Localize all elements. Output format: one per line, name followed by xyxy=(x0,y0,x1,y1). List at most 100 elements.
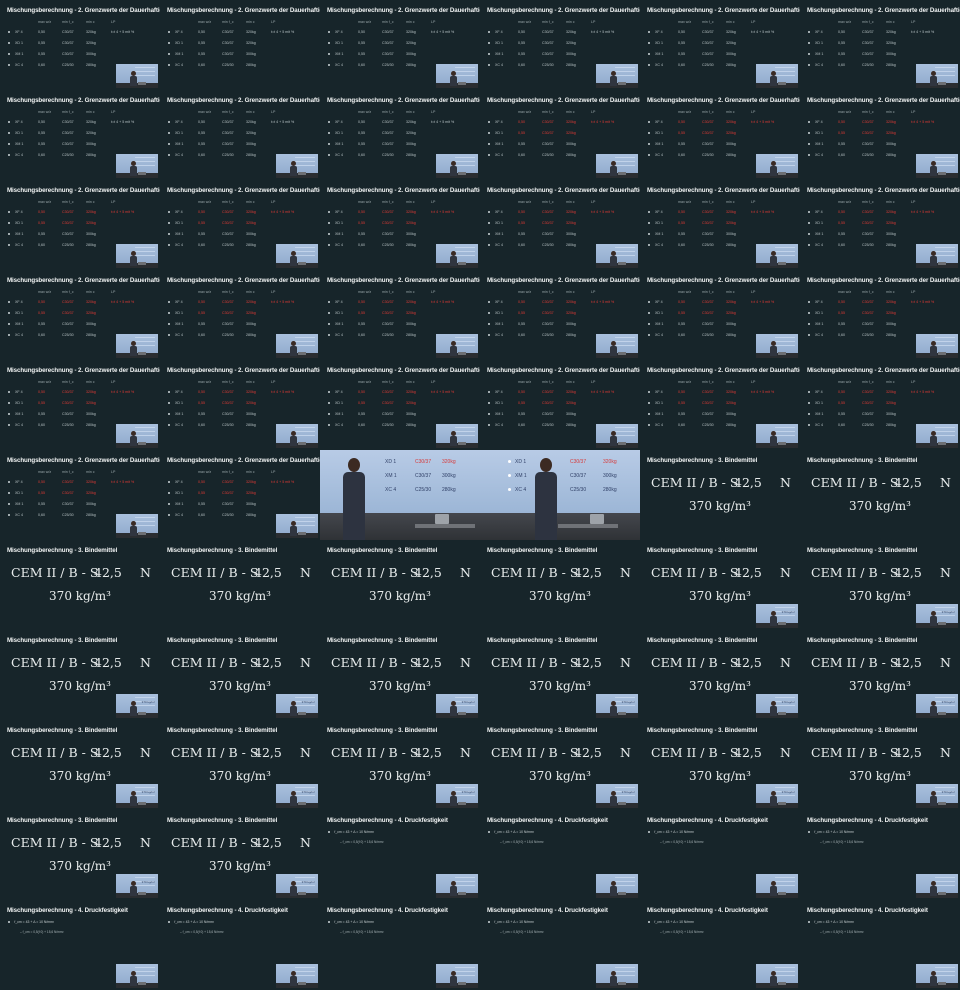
cell: 0,60 xyxy=(518,333,525,337)
formula-line: f_cm = 43 + Δ = 10 N/mm² xyxy=(8,920,54,924)
bullet xyxy=(8,211,11,214)
cell: C30/37 xyxy=(382,232,394,236)
cell: C30/37 xyxy=(222,502,234,506)
slide-title: Mischungsberechnung - 4. Druckfestigkeit xyxy=(487,817,608,824)
bullet xyxy=(8,64,11,67)
strength-class: 42,5 xyxy=(254,745,282,760)
speaker xyxy=(130,161,137,176)
cell: XC 4 xyxy=(335,153,343,157)
column-header: min c xyxy=(246,290,255,294)
cell: XD 1 xyxy=(655,221,663,225)
slide-title: Mischungsberechnung - 2. Grenzwerte der … xyxy=(487,277,640,284)
bullet xyxy=(168,391,171,394)
slide-title: Mischungsberechnung - 3. Bindemittel xyxy=(647,547,758,554)
speaker-body xyxy=(930,166,937,176)
cell: 0,60 xyxy=(358,423,365,427)
speaker-thumbnail xyxy=(436,154,478,178)
column-header: max w/z xyxy=(358,290,372,294)
bullet xyxy=(488,391,491,394)
speaker-body xyxy=(130,256,137,266)
formula-text: f_cm = 43 + Δ = 10 N/mm² xyxy=(814,920,855,924)
cell: 0,50 xyxy=(678,300,685,304)
speaker-body xyxy=(930,976,937,986)
slide-title: Mischungsberechnung - 4. Druckfestigkeit xyxy=(167,907,288,914)
cell: XC 4 xyxy=(495,243,503,247)
bullet xyxy=(808,64,811,67)
cell: 320kg xyxy=(566,221,576,225)
cell: C30/37 xyxy=(862,30,874,34)
bullet xyxy=(808,132,811,135)
frame-15: Mischungsberechnung - 2. Grenzwerte der … xyxy=(320,180,480,270)
column-header: LP xyxy=(111,380,116,384)
cell: 0,55 xyxy=(518,401,525,405)
column-header: max w/z xyxy=(518,200,532,204)
stage-floor xyxy=(916,713,958,718)
bullet xyxy=(328,334,331,337)
cell: C25/30 xyxy=(542,333,554,337)
bullet xyxy=(168,503,171,506)
frame-4: Mischungsberechnung - 2. Grenzwerte der … xyxy=(480,0,640,90)
cell: 0,50 xyxy=(358,30,365,34)
slide-title: Mischungsberechnung - 3. Bindemittel xyxy=(7,817,118,824)
column-header: LP xyxy=(911,380,916,384)
bullet xyxy=(508,460,511,463)
bullet xyxy=(808,233,811,236)
cell: C25/30 xyxy=(542,423,554,427)
stage-floor xyxy=(596,803,638,808)
speaker-thumbnail xyxy=(116,424,158,448)
speaker xyxy=(290,971,297,986)
cell: 0,55 xyxy=(198,322,205,326)
column-header: LP xyxy=(751,200,756,204)
cell: XC 4 xyxy=(15,243,23,247)
cell: C30/37 xyxy=(542,390,554,394)
cell: C25/30 xyxy=(382,243,394,247)
slide-title: Mischungsberechnung - 4. Druckfestigkeit xyxy=(487,907,608,914)
column-header: LP xyxy=(911,110,916,114)
slide-title: Mischungsberechnung - 3. Bindemittel xyxy=(647,637,758,644)
column-header: min f_c xyxy=(62,200,74,204)
cell: C30/37 xyxy=(862,390,874,394)
frame-38: Mischungsberechnung - 3. Bindemittel CEM … xyxy=(160,540,320,630)
cell: 0,55 xyxy=(358,131,365,135)
cell: 280kg xyxy=(886,63,896,67)
projected-slide xyxy=(935,877,955,889)
column-header: max w/z xyxy=(358,20,372,24)
cell: t=t 4 + 5 mit % xyxy=(751,300,775,304)
cell: 280kg xyxy=(566,63,576,67)
speaker-thumbnail: 370 kg/m³ xyxy=(116,784,158,808)
lectern xyxy=(938,892,946,895)
speaker xyxy=(770,701,777,716)
projected-slide xyxy=(775,247,795,259)
speaker-body xyxy=(770,166,777,176)
frame-57: Mischungsberechnung - 4. Druckfestigkeit… xyxy=(320,810,480,900)
cell: 0,50 xyxy=(358,120,365,124)
stage-floor xyxy=(596,353,638,358)
cell: 0,60 xyxy=(518,423,525,427)
cell: 320kg xyxy=(246,390,256,394)
cell: XC 4 xyxy=(335,243,343,247)
cell: C30/37 xyxy=(862,52,874,56)
lectern xyxy=(458,982,466,985)
cement-type: CEM II / B - S xyxy=(11,565,99,580)
strength-class: 42,5 xyxy=(734,475,762,490)
speaker xyxy=(130,431,137,446)
cell: XD 1 xyxy=(655,401,663,405)
speaker xyxy=(610,881,617,896)
thumbnail-label: 370 kg/m³ xyxy=(301,700,315,704)
stage-floor xyxy=(916,173,958,178)
speaker xyxy=(930,251,937,266)
strength-class: 42,5 xyxy=(574,565,602,580)
projected-slide xyxy=(935,337,955,349)
stage-floor xyxy=(916,893,958,898)
projected-cell: C25/30 xyxy=(570,487,587,493)
cell: 300kg xyxy=(726,412,736,416)
projected-slide xyxy=(615,157,635,169)
cell: 0,55 xyxy=(518,221,525,225)
column-header: LP xyxy=(911,200,916,204)
bullet xyxy=(488,132,491,135)
early-strength: N xyxy=(620,745,631,760)
lectern xyxy=(618,352,626,355)
bullet xyxy=(328,132,331,135)
speaker xyxy=(770,881,777,896)
speaker xyxy=(930,971,937,986)
